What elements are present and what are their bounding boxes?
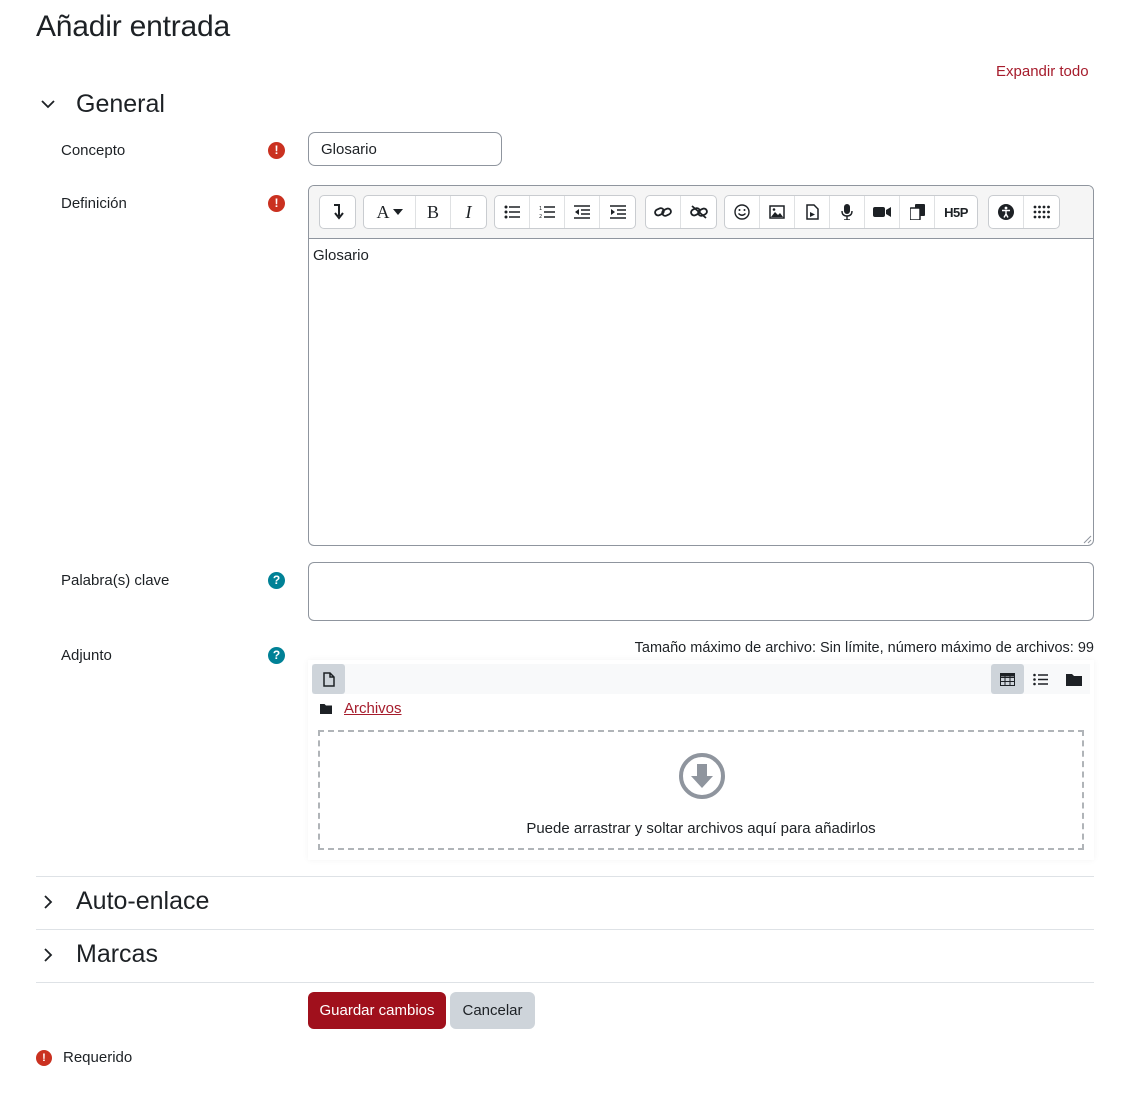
help-icon[interactable]: ?: [268, 572, 285, 589]
path-archivos-link[interactable]: Archivos: [344, 700, 402, 717]
expand-all-link[interactable]: Expandir todo: [996, 63, 1089, 80]
indent-icon[interactable]: [600, 196, 635, 228]
chevron-down-icon: [36, 93, 60, 117]
resize-grip-icon[interactable]: [1082, 534, 1092, 544]
chevron-right-icon: [36, 890, 60, 914]
section-general-toggle[interactable]: General: [36, 90, 165, 119]
folder-icon: [1065, 673, 1082, 686]
concept-label: Concepto: [61, 142, 126, 159]
italic-icon: I: [465, 201, 472, 222]
save-changes-button[interactable]: Guardar cambios: [308, 992, 446, 1029]
required-legend-text: Requerido: [63, 1049, 133, 1066]
required-legend: ! Requerido: [36, 1049, 132, 1066]
file-dropzone[interactable]: Puede arrastrar y soltar archivos aquí p…: [318, 730, 1084, 850]
font-style-button[interactable]: A: [364, 196, 416, 228]
file-limits-text: Tamaño máximo de archivo: Sin límite, nú…: [634, 640, 1094, 656]
dropzone-text: Puede arrastrar y soltar archivos aquí p…: [526, 820, 876, 837]
page-title: Añadir entrada: [36, 10, 231, 43]
link-icon[interactable]: [646, 196, 681, 228]
view-list-button[interactable]: [1024, 664, 1057, 694]
emoji-icon[interactable]: [725, 196, 760, 228]
h5p-icon: H5P: [944, 204, 968, 220]
download-arrow-icon: [679, 753, 725, 799]
add-file-button[interactable]: [312, 664, 345, 694]
attachment-label: Adjunto: [61, 647, 112, 664]
section-autolink-title: Auto-enlace: [76, 887, 210, 915]
required-icon: !: [36, 1049, 52, 1066]
bold-icon: B: [426, 201, 439, 222]
outdent-icon[interactable]: [565, 196, 600, 228]
definition-editor-content[interactable]: Glosario: [309, 239, 1093, 272]
bold-button[interactable]: B: [416, 196, 451, 228]
definition-label: Definición: [61, 195, 127, 212]
unordered-list-icon[interactable]: [495, 196, 530, 228]
h5p-button[interactable]: H5P: [935, 196, 977, 228]
divider: [36, 929, 1094, 930]
record-audio-icon[interactable]: [830, 196, 865, 228]
section-general-title: General: [76, 90, 165, 118]
grid-icon: [1000, 672, 1015, 686]
svg-text:1: 1: [539, 206, 542, 212]
accessibility-checker-icon[interactable]: [989, 196, 1024, 228]
svg-text:2: 2: [539, 214, 542, 219]
view-grid-button[interactable]: [991, 664, 1024, 694]
ordered-list-icon[interactable]: 12: [530, 196, 565, 228]
divider: [36, 982, 1094, 983]
section-autolink-toggle[interactable]: Auto-enlace: [36, 887, 209, 916]
file-manager-path: Archivos: [320, 700, 402, 717]
required-icon: !: [268, 195, 285, 212]
editor-toolbar: A B I 12 H5P: [309, 186, 1093, 239]
special-characters-icon[interactable]: [1024, 196, 1059, 228]
file-manager: Archivos Puede arrastrar y soltar archiv…: [308, 660, 1094, 860]
chevron-right-icon: [36, 943, 60, 967]
media-icon[interactable]: [795, 196, 830, 228]
definition-editor: A B I 12 H5P Glosario: [308, 185, 1094, 546]
help-icon[interactable]: ?: [268, 647, 285, 664]
divider: [36, 876, 1094, 877]
view-tree-button[interactable]: [1057, 664, 1090, 694]
keywords-label: Palabra(s) clave: [61, 572, 170, 589]
unlink-icon[interactable]: [681, 196, 716, 228]
manage-files-icon[interactable]: [900, 196, 935, 228]
file-icon: [322, 671, 335, 687]
concept-input[interactable]: [308, 132, 502, 166]
folder-icon: [320, 703, 332, 714]
section-tags-toggle[interactable]: Marcas: [36, 940, 158, 969]
cancel-button[interactable]: Cancelar: [450, 992, 535, 1029]
font-style-icon: A: [376, 201, 390, 222]
file-manager-toolbar: [312, 664, 1090, 694]
record-video-icon[interactable]: [865, 196, 900, 228]
required-icon: !: [268, 142, 285, 159]
keywords-textarea[interactable]: [308, 562, 1094, 621]
section-tags-title: Marcas: [76, 940, 158, 968]
list-icon: [1033, 673, 1048, 685]
image-icon[interactable]: [760, 196, 795, 228]
italic-button[interactable]: I: [451, 196, 486, 228]
collapse-icon[interactable]: [320, 196, 355, 228]
